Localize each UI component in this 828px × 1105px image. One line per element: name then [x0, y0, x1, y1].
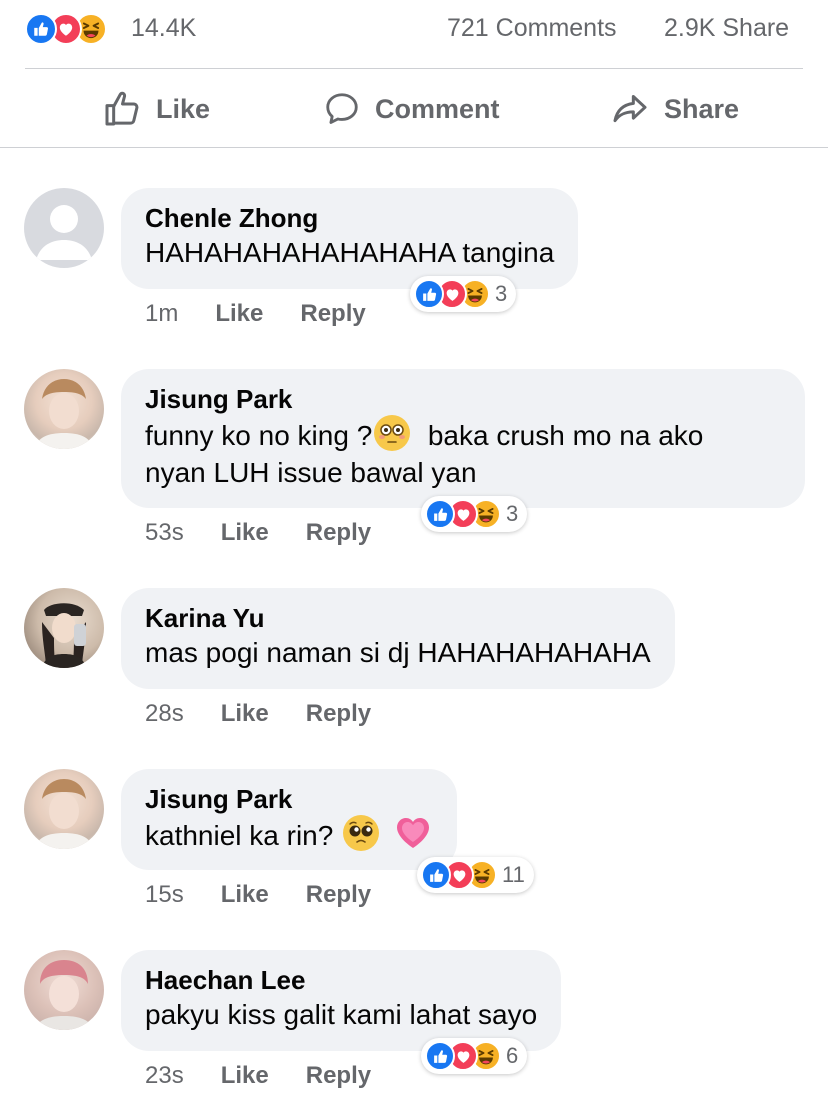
reaction-count: 3: [506, 501, 519, 526]
comment-reactions[interactable]: 6: [421, 1038, 528, 1074]
reaction-icons-summary[interactable]: [25, 13, 107, 45]
post-reaction-summary: 14.4K 721 Comments 2.9K Share: [0, 0, 828, 60]
comment-timestamp[interactable]: 23s: [145, 1062, 184, 1090]
like-icon: [414, 279, 444, 309]
comment-timestamp[interactable]: 53s: [145, 519, 184, 547]
comment-meta: 28s Like Reply: [145, 700, 371, 728]
comment-bubble: Jisung Park kathniel ka rin?: [121, 769, 457, 870]
comment-text: nyan LUH issue bawal yan: [145, 457, 477, 488]
default-avatar-icon: [36, 205, 92, 260]
reaction-count: 3: [495, 281, 508, 306]
comment-author[interactable]: Jisung Park: [145, 783, 433, 815]
comment-text: funny ko no king ?: [145, 420, 373, 451]
like-button-label: Like: [156, 93, 211, 124]
flushed-face-icon: [374, 415, 411, 451]
profile-photo-icon: [34, 379, 94, 449]
comment-reply-link[interactable]: Reply: [300, 300, 365, 328]
comment-meta: 53s Like Reply: [145, 519, 371, 547]
avatar-photo[interactable]: [24, 369, 104, 449]
comment-bubble: Karina Yu mas pogi naman si dj HAHAHAHAH…: [121, 588, 675, 689]
comment-like-link[interactable]: Like: [221, 700, 269, 728]
comment-like-link[interactable]: Like: [215, 300, 263, 328]
avatar-default[interactable]: [24, 188, 104, 268]
growing-heart-icon: [393, 815, 433, 860]
comment-meta: 23s Like Reply: [145, 1062, 371, 1090]
divider: [0, 147, 828, 148]
reaction-count[interactable]: 14.4K: [131, 14, 196, 43]
comment-bubble: Jisung Park funny ko no king ? baka crus…: [121, 369, 805, 508]
comment-reply-link[interactable]: Reply: [306, 700, 371, 728]
profile-photo-icon: [34, 779, 94, 849]
comment-button[interactable]: Comment: [323, 85, 500, 133]
comment-like-link[interactable]: Like: [221, 519, 269, 547]
comment-author[interactable]: Jisung Park: [145, 383, 781, 415]
comment-bubble: Haechan Lee pakyu kiss galit kami lahat …: [121, 950, 562, 1051]
comment-reactions[interactable]: 3: [410, 276, 517, 312]
pleading-face-icon: [343, 815, 380, 851]
avatar-photo[interactable]: [24, 950, 104, 1030]
like-button[interactable]: Like: [102, 85, 210, 133]
comment-meta: 1m Like Reply: [145, 300, 366, 328]
divider: [25, 68, 803, 69]
share-arrow-icon: [613, 95, 647, 123]
like-icon: [421, 860, 451, 890]
reaction-count: 11: [502, 862, 525, 887]
reaction-count: 6: [506, 1043, 519, 1068]
profile-photo-icon: [42, 603, 86, 668]
comment-button-label: Comment: [375, 93, 500, 124]
comment-text: pakyu kiss galit kami lahat sayo: [145, 999, 538, 1030]
like-icon: [425, 1041, 455, 1071]
comment-text: baka crush mo na ako: [427, 420, 704, 451]
thumbs-up-icon: [105, 91, 139, 126]
comment-reactions[interactable]: 11: [417, 857, 534, 893]
comment-like-link[interactable]: Like: [221, 881, 269, 909]
comment-reply-link[interactable]: Reply: [306, 881, 371, 909]
comment-like-link[interactable]: Like: [221, 1062, 269, 1090]
comment-timestamp[interactable]: 28s: [145, 700, 184, 728]
like-icon: [425, 499, 455, 529]
comment-text-line: kathniel ka rin?: [145, 815, 433, 860]
comment-bubble-icon: [326, 93, 358, 124]
profile-photo-icon: [34, 960, 94, 1030]
comments-count-link[interactable]: 721 Comments: [447, 14, 617, 43]
like-icon: [25, 13, 57, 45]
comment-text-line: funny ko no king ? baka crush mo na ako: [145, 415, 781, 454]
comment-text: HAHAHAHAHAHAHAHA tangina: [145, 237, 555, 268]
comment-meta: 15s Like Reply: [145, 881, 371, 909]
comment-author[interactable]: Haechan Lee: [145, 964, 537, 996]
comment-reply-link[interactable]: Reply: [306, 1062, 371, 1090]
comment-timestamp[interactable]: 15s: [145, 881, 184, 909]
comment-bubble: Chenle Zhong HAHAHAHAHAHAHAHA tangina: [121, 188, 579, 289]
comment-author[interactable]: Chenle Zhong: [145, 202, 554, 234]
comment-timestamp[interactable]: 1m: [145, 300, 178, 328]
avatar-photo[interactable]: [24, 769, 104, 849]
comment-text: kathniel ka rin?: [145, 820, 334, 851]
comment-reply-link[interactable]: Reply: [306, 519, 371, 547]
share-button-label: Share: [664, 93, 740, 124]
share-button[interactable]: Share: [610, 85, 739, 133]
comment-author[interactable]: Karina Yu: [145, 602, 651, 634]
comment-reactions[interactable]: 3: [421, 496, 528, 532]
shares-count-link[interactable]: 2.9K Share: [664, 14, 789, 43]
avatar-photo[interactable]: [24, 588, 104, 668]
comment-text: mas pogi naman si dj HAHAHAHAHAHA: [145, 637, 651, 668]
